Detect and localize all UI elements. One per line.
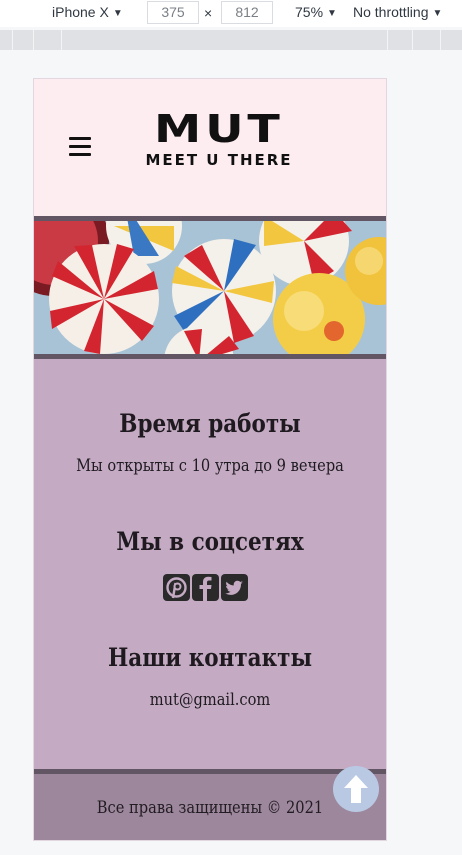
info-section: Время работы Мы открыты с 10 утра до 9 в… [34, 359, 386, 769]
devtools-device-toolbar: iPhone X ▼ 375 × 812 75% ▼ No throttling ▼ [0, 0, 462, 27]
throttling-value: No throttling [353, 4, 429, 20]
chevron-down-icon: ▼ [112, 8, 123, 19]
hours-text: Мы открыты с 10 утра до 9 вечера [76, 456, 344, 476]
social-links [162, 574, 252, 601]
chevron-down-icon: ▼ [327, 8, 337, 19]
contact-email-link[interactable]: mut@gmail.com [59, 689, 362, 711]
pinterest-icon[interactable] [163, 574, 190, 601]
contacts-title: Наши контакты [107, 643, 313, 672]
site-header: MUT MEET U THERE [34, 79, 386, 216]
twitter-icon[interactable] [221, 574, 248, 601]
device-select[interactable]: iPhone X ▼ [52, 4, 123, 20]
candy-photo [34, 221, 386, 354]
facebook-icon[interactable] [192, 574, 219, 601]
hours-title: Время работы [119, 409, 301, 438]
zoom-value: 75% [295, 4, 324, 20]
dimension-separator: × [204, 5, 213, 21]
site-logo[interactable]: MUT MEET U THERE [134, 109, 304, 169]
device-viewport: MUT MEET U THERE Время работы Мы открыты… [33, 78, 387, 841]
social-title: Мы в соцсетях [116, 527, 304, 556]
device-name: iPhone X [52, 4, 109, 20]
zoom-select[interactable]: 75% ▼ [295, 4, 337, 20]
chevron-down-icon: ▼ [432, 8, 443, 19]
candy-banner-image [34, 221, 386, 354]
throttling-select[interactable]: No throttling ▼ [353, 4, 442, 20]
scroll-to-top-button[interactable] [333, 766, 379, 812]
media-query-ruler[interactable] [0, 30, 462, 50]
height-input[interactable]: 812 [221, 1, 273, 24]
width-input[interactable]: 375 [147, 1, 199, 24]
arrow-up-icon [344, 775, 368, 803]
logo-title: MUT [154, 107, 284, 151]
copyright-text: Все права защищены © 2021 [96, 798, 324, 818]
hamburger-menu-icon[interactable] [69, 137, 91, 156]
logo-subtitle: MEET U THERE [145, 151, 293, 169]
